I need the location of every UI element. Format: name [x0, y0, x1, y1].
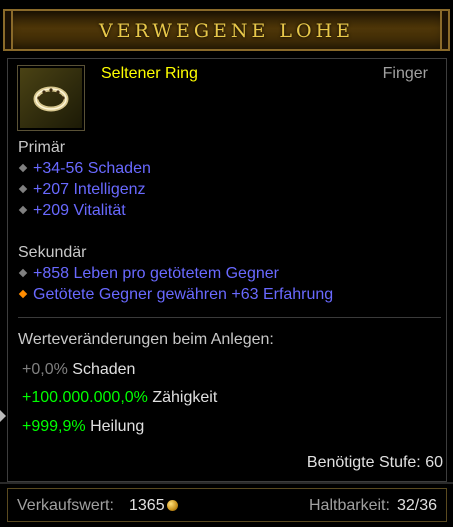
- stat-bullet-icon: [18, 163, 28, 173]
- durability-label: Haltbarkeit:: [309, 497, 390, 514]
- secondary-stat: Getötete Gegner gewähren +63 Erfahrung: [18, 286, 333, 304]
- side-arrow-icon: [0, 410, 6, 422]
- durability-value: 32/36: [397, 497, 438, 514]
- secondary-stat: +858 Leben pro getötetem Gegner: [18, 265, 279, 283]
- stat-bullet-icon: [18, 184, 28, 194]
- primary-stat: +34-56 Schaden: [18, 160, 151, 178]
- footer-separator: [0, 482, 453, 484]
- title-bar: VERWEGENE LOHE: [3, 9, 450, 51]
- primary-stat: +209 Vitalität: [18, 202, 126, 220]
- sell-value: 1365: [129, 497, 165, 514]
- sell-value-label: Verkaufswert:: [17, 497, 114, 514]
- section-divider: [18, 317, 441, 318]
- stat-bullet-orange-icon: [18, 289, 28, 299]
- item-tooltip: VERWEGENE LOHE Seltener Ring Finger Prim…: [0, 0, 453, 527]
- primary-stat: +207 Intelligenz: [18, 181, 146, 199]
- item-title: VERWEGENE LOHE: [98, 20, 355, 42]
- primary-heading: Primär: [18, 139, 66, 156]
- ring-icon: [33, 86, 69, 112]
- gold-coin-icon: [167, 500, 178, 511]
- secondary-heading: Sekundär: [18, 244, 87, 261]
- item-slot: Finger: [382, 65, 428, 82]
- level-requirement: Benötigte Stufe: 60: [306, 454, 443, 471]
- item-icon-box: [17, 65, 85, 131]
- stat-change-healing: +999,9% Heilung: [22, 418, 145, 435]
- stat-bullet-icon: [18, 268, 28, 278]
- stat-change-damage: +0,0% Schaden: [22, 361, 136, 378]
- item-name: Seltener Ring: [101, 65, 198, 82]
- stat-change-toughness: +100.000.000,0% Zähigkeit: [22, 389, 218, 406]
- stat-bullet-icon: [18, 205, 28, 215]
- stat-changes-heading: Werteveränderungen beim Anlegen:: [18, 331, 274, 348]
